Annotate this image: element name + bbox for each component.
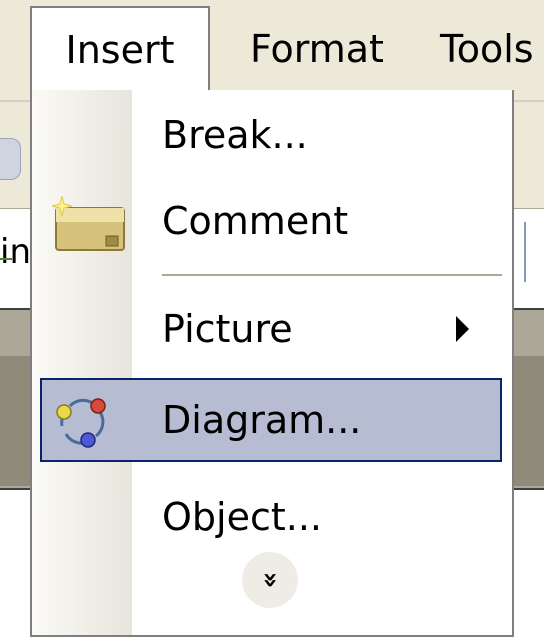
menu-item-picture[interactable]: Picture	[32, 294, 512, 364]
comment-icon	[51, 195, 125, 251]
menu-tools-label: Tools	[440, 27, 534, 71]
submenu-arrow-icon	[456, 316, 469, 342]
menu-item-comment[interactable]: Comment	[32, 186, 512, 256]
menu-item-label: Break...	[162, 113, 308, 157]
toolbar-button-partial[interactable]	[0, 138, 21, 180]
menu-tools[interactable]: Tools	[440, 6, 544, 92]
insert-menu-dropdown: Break... Comment Picture Diagram... Obje…	[30, 90, 514, 637]
menu-separator	[162, 274, 502, 276]
menu-format-label: Format	[250, 27, 384, 71]
menu-insert[interactable]: Insert	[30, 6, 210, 92]
chevron-double-down-icon: »	[254, 571, 285, 589]
menu-item-label: Picture	[162, 307, 293, 351]
diagram-icon	[56, 398, 106, 448]
expand-menu-button[interactable]: »	[242, 552, 298, 608]
style-box-text[interactable]: in	[0, 232, 31, 272]
menu-item-break[interactable]: Break...	[32, 100, 512, 170]
menu-item-diagram[interactable]: Diagram...	[40, 378, 502, 462]
menu-item-object[interactable]: Object...	[32, 482, 512, 552]
menu-item-label: Diagram...	[162, 398, 362, 442]
menu-item-label: Object...	[162, 495, 322, 539]
font-box-partial[interactable]	[524, 222, 544, 282]
menu-insert-label: Insert	[65, 28, 175, 72]
menu-item-label: Comment	[162, 199, 349, 243]
menu-format[interactable]: Format	[232, 6, 402, 92]
field-marker	[0, 258, 12, 260]
